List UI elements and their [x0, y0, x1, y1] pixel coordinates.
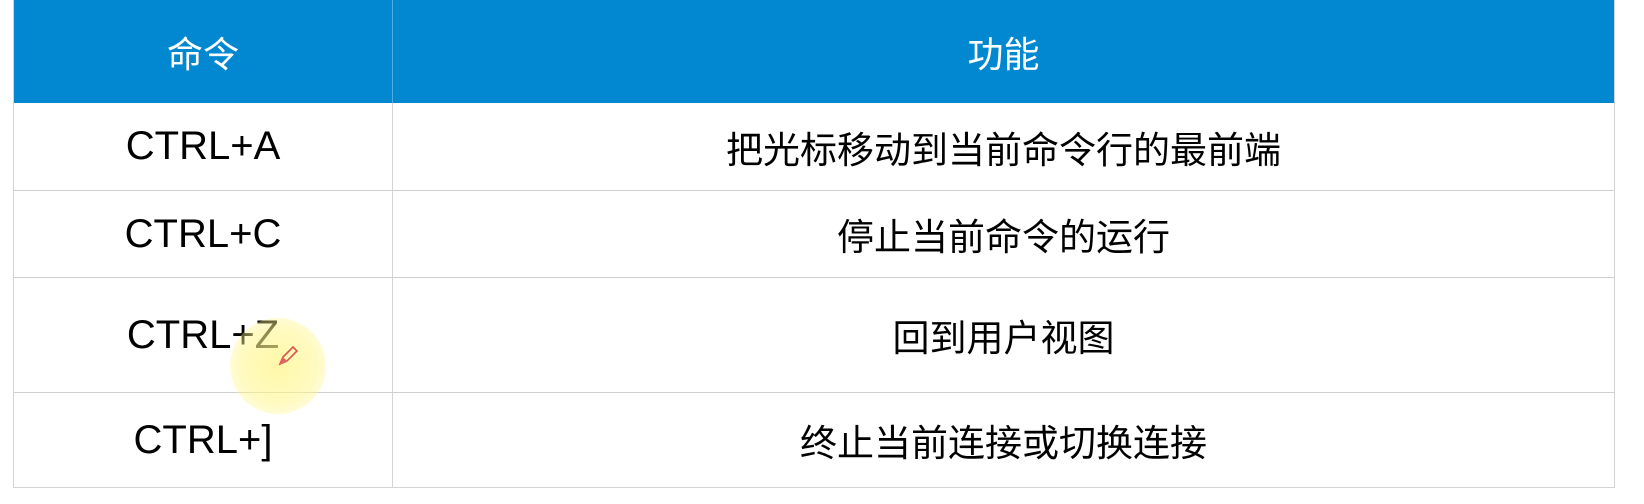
command-cell: CTRL+Z [14, 278, 393, 392]
function-cell: 回到用户视图 [892, 317, 1115, 360]
command-cell: CTRL+] [14, 393, 393, 487]
function-cell: 把光标移动到当前命令行的最前端 [726, 128, 1281, 172]
header-command: 命令 [14, 0, 393, 103]
function-cell: 停止当前命令的运行 [837, 216, 1170, 259]
command-cell: CTRL+C [14, 191, 393, 277]
table-row: CTRL+A 把光标移动到当前命令行的最前端 [14, 103, 1614, 190]
table-row: CTRL+] 终止当前连接或切换连接 [14, 392, 1614, 487]
header-function: 功能 [967, 34, 1040, 76]
shortcut-table: 命令 功能 CTRL+A 把光标移动到当前命令行的最前端 CTRL+C 停止当前… [13, 0, 1615, 488]
table-row: CTRL+Z 回到用户视图 [14, 277, 1614, 392]
table-row: CTRL+C 停止当前命令的运行 [14, 190, 1614, 277]
function-cell: 终止当前连接或切换连接 [800, 422, 1207, 465]
command-cell: CTRL+A [14, 103, 393, 190]
table-header-row: 命令 功能 [14, 0, 1614, 103]
